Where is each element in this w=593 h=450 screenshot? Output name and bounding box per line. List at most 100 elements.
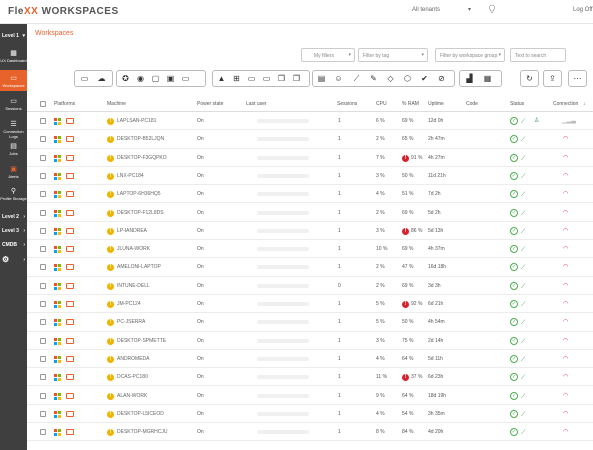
row-checkbox[interactable] bbox=[40, 136, 46, 143]
sidebar-level-3[interactable]: Level 3 › bbox=[2, 228, 27, 234]
sort-icon[interactable]: ↓ bbox=[583, 101, 586, 107]
sidebar-level-2[interactable]: Level 2 › bbox=[2, 214, 27, 220]
table-row[interactable]: ! PC-JSERRA On 1 5 % 50 % 4h 54m ✓ ⟋ ◠ bbox=[27, 313, 593, 332]
row-checkbox[interactable] bbox=[40, 264, 46, 271]
sidebar-level-1[interactable]: Level 1 ▾ bbox=[2, 33, 27, 39]
table-row[interactable]: ! DESKTOP-SPMETTE On 1 3 % 75 % 2d 14h ✓ ⟋ ◠ bbox=[27, 332, 593, 350]
row-checkbox[interactable] bbox=[40, 429, 46, 436]
machine-name[interactable]: JLUNA-WORK bbox=[117, 246, 150, 252]
table-row[interactable]: ! JM-PC124 On 1 5 %! 92 % 6d 21h ✓ ⟋ ◠ bbox=[27, 295, 593, 314]
machine-name[interactable]: LNX-PC184 bbox=[117, 173, 144, 179]
machine-name[interactable]: LAPTOP-6H36HQ5 bbox=[117, 191, 161, 197]
table-row[interactable]: ! DCAS-PC180 On 1 11 %! 37 % 6d 23h ✓ ⟋ ◠ bbox=[27, 368, 593, 387]
row-checkbox[interactable] bbox=[40, 301, 46, 307]
disc-icon[interactable]: ◉ bbox=[135, 73, 146, 84]
network-icon[interactable]: ◇ bbox=[385, 73, 396, 84]
row-checkbox[interactable] bbox=[40, 392, 46, 399]
table-row[interactable]: ! INTUNE-DELL On 0 2 % 69 % 3d 3h ✓ ⟋ ◠ bbox=[27, 277, 593, 295]
row-checkbox[interactable] bbox=[40, 374, 46, 381]
table-row[interactable]: ! ALAN-WORK On 1 9 % 64 % 18d 19h ✓ ⟋ ◠ bbox=[27, 387, 593, 405]
check-circle-icon[interactable]: ✔ bbox=[419, 73, 430, 84]
refresh-icon[interactable]: ↻ bbox=[524, 73, 535, 84]
table-row[interactable]: ! LNX-PC184 On 1 3 % 50 % 11d 21h ✓ ⟋ ◠ bbox=[27, 167, 593, 186]
filter-by-group-input[interactable]: Filter by workspace group ▾ bbox=[435, 48, 505, 62]
shield-icon[interactable]: ⬡ bbox=[402, 73, 413, 84]
col-ram[interactable]: % RAM bbox=[402, 101, 419, 107]
laptop-icon[interactable]: ▭ bbox=[79, 73, 90, 84]
gear-icon[interactable]: ⚙ › bbox=[2, 255, 27, 264]
table-row[interactable]: ! LAPTOP-6H36HQ5 On 1 4 % 51 % 7d 2h ✓ ⟋ ◠ bbox=[27, 185, 593, 204]
sidebar-cmdb[interactable]: CMDB › bbox=[2, 242, 27, 248]
table-row[interactable]: ! ANDROMEDA On 1 4 % 64 % 5d 11h ✓ ⟋ ◠ bbox=[27, 350, 593, 369]
col-cpu[interactable]: CPU bbox=[376, 101, 387, 107]
monitor-icon[interactable]: ▭ bbox=[246, 73, 257, 84]
sidebar-item-workspaces[interactable]: ▭ Workspaces bbox=[0, 70, 27, 91]
sidebar-item-sessions[interactable]: ▭ Sessions bbox=[0, 96, 27, 114]
copy-icon[interactable]: ❐ bbox=[276, 73, 287, 84]
message-icon[interactable]: ▤ bbox=[316, 73, 327, 84]
my-filters-select[interactable]: My filters ▾ bbox=[301, 48, 355, 62]
machine-name[interactable]: AMELONI-LAPTOP bbox=[117, 264, 161, 270]
tenant-selector[interactable]: All tenants bbox=[412, 7, 440, 13]
machine-name[interactable]: LAPLSAN-PC181 bbox=[117, 118, 156, 124]
cloud-icon[interactable]: ☁ bbox=[96, 73, 107, 84]
row-checkbox[interactable] bbox=[40, 227, 46, 234]
table-row[interactable]: ! DESKTOP-F12L8DS On 1 2 % 69 % 5d 2h ✓ ⟋ ◠ bbox=[27, 204, 593, 222]
row-checkbox[interactable] bbox=[40, 172, 46, 179]
col-uptime[interactable]: Uptime bbox=[428, 101, 444, 107]
table-row[interactable]: ! DESKTOP-MGRHCJU On 1 8 % 84 % 4d 20h ✓ ⟋ ◠ bbox=[27, 423, 593, 442]
table-row[interactable]: ! AMELONI-LAPTOP On 1 2 % 47 % 16d 18h ✓ ⟋ ◠ bbox=[27, 258, 593, 277]
table-row[interactable]: ! LP-IANDREA On 1 3 %! 86 % 5d 13h ✓ ⟋ ◠ bbox=[27, 222, 593, 241]
broom-icon[interactable]: ⟋ bbox=[351, 73, 362, 84]
more-icon[interactable]: ⋯ bbox=[572, 73, 583, 84]
col-sessions[interactable]: Sessions bbox=[337, 101, 357, 107]
row-checkbox[interactable] bbox=[40, 319, 46, 326]
table-row[interactable]: ! DESKTOP-F3GQPKO On 1 7 %! 91 % 4h 27m ✓ ⟋ ◠ bbox=[27, 149, 593, 167]
select-all-checkbox[interactable] bbox=[40, 101, 46, 107]
row-checkbox[interactable] bbox=[40, 282, 46, 289]
machine-name[interactable]: INTUNE-DELL bbox=[117, 283, 150, 289]
machine-name[interactable]: DESKTOP-F12L8DS bbox=[117, 210, 164, 216]
users-icon[interactable]: ☺ bbox=[333, 73, 344, 84]
machine-name[interactable]: ANDROMEDA bbox=[117, 356, 150, 362]
machine-name[interactable]: JM-PC124 bbox=[117, 301, 141, 307]
machine-name[interactable]: ALAN-WORK bbox=[117, 393, 147, 399]
logoff-link[interactable]: Log Off bbox=[573, 7, 593, 13]
block-icon[interactable]: ⊘ bbox=[436, 73, 447, 84]
row-checkbox[interactable] bbox=[40, 191, 46, 198]
filter-by-tag-input[interactable]: Filter by tag ▾ bbox=[358, 48, 428, 62]
sidebar-item-profile-storage[interactable]: ⚲ Profile Storage bbox=[0, 186, 27, 204]
window-icon[interactable]: ▢ bbox=[150, 73, 161, 84]
triangle-icon[interactable]: ▲ bbox=[216, 73, 227, 84]
search-input[interactable]: Text to search bbox=[510, 48, 566, 62]
machine-name[interactable]: DESKTOP-F3GQPKO bbox=[117, 155, 167, 161]
sidebar-item-connection-logs[interactable]: ☰ Connection Logs bbox=[0, 119, 27, 139]
row-checkbox[interactable] bbox=[40, 209, 46, 216]
android-icon[interactable]: ▟ bbox=[464, 73, 475, 84]
machine-name[interactable]: DESKTOP-L5ICEOD bbox=[117, 411, 164, 417]
image-icon[interactable]: ▣ bbox=[165, 73, 176, 84]
windows-icon[interactable]: ⊞ bbox=[231, 73, 242, 84]
lightbulb-icon[interactable] bbox=[488, 4, 496, 14]
machine-name[interactable]: DESKTOP-MGRHCJU bbox=[117, 429, 167, 435]
machine-name[interactable]: DCAS-PC180 bbox=[117, 374, 148, 380]
col-status[interactable]: Status bbox=[510, 101, 524, 107]
desktop-icon[interactable]: ▭ bbox=[261, 73, 272, 84]
col-last-user[interactable]: Last user bbox=[246, 101, 267, 107]
wrench-icon[interactable]: ✎ bbox=[368, 73, 379, 84]
grid-icon[interactable]: ▦ bbox=[482, 73, 493, 84]
export-icon[interactable]: ⇪ bbox=[547, 73, 558, 84]
row-checkbox[interactable] bbox=[40, 410, 46, 417]
col-connection[interactable]: Connection bbox=[553, 101, 578, 107]
machine-name[interactable]: DESKTOP-B52LJQN bbox=[117, 136, 164, 142]
display-icon[interactable]: ▭ bbox=[180, 73, 191, 84]
col-power-state[interactable]: Power state bbox=[197, 101, 223, 107]
row-checkbox[interactable] bbox=[40, 355, 46, 362]
col-machine[interactable]: Machine bbox=[107, 101, 126, 107]
table-row[interactable]: ! LAPLSAN-PC181 On 1 6 % 69 % 12d 0h ✓ ⟋ ♙ ▁▂▃ bbox=[27, 112, 593, 131]
compass-icon[interactable]: ✪ bbox=[120, 73, 131, 84]
table-row[interactable]: ! DESKTOP-B52LJQN On 1 2 % 65 % 2h 47m ✓ ⟋ ◠ bbox=[27, 130, 593, 149]
row-checkbox[interactable] bbox=[40, 154, 46, 161]
sidebar-item-jobs[interactable]: ▤ Jobs bbox=[0, 141, 27, 159]
table-row[interactable]: ! DESKTOP-L5ICEOD On 1 4 % 54 % 3h 35m ✓ ⟋ ◠ bbox=[27, 405, 593, 424]
